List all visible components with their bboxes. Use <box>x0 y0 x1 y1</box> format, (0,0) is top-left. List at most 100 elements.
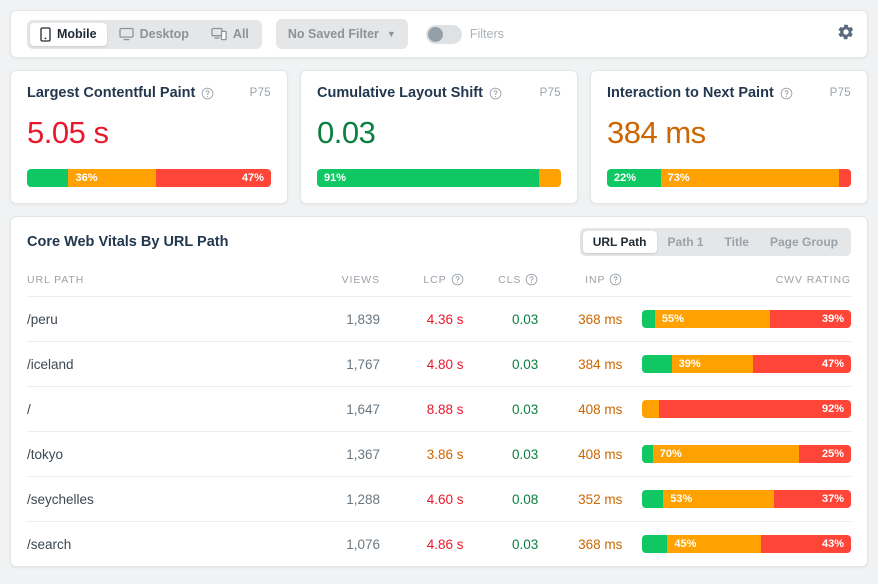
row-distribution-bar-needs-improvement-label: 53% <box>670 493 693 505</box>
column-header-rating[interactable]: CWV RATING <box>622 267 851 297</box>
metric-distribution-bar-poor-label: 47% <box>241 172 264 184</box>
cell-views: 1,076 <box>346 536 380 552</box>
metric-card-header: Interaction to Next Paint P75 <box>607 85 851 101</box>
metric-distribution-bar-needs-improvement-label: 73% <box>667 172 690 184</box>
row-distribution-bar-good <box>642 445 653 463</box>
column-header-wrap: CLS <box>498 273 538 286</box>
tab-path-1[interactable]: Path 1 <box>658 231 714 253</box>
cell-inp: 368 ms <box>578 311 623 327</box>
row-distribution-bar-good <box>642 490 664 508</box>
cell-cls: 0.03 <box>512 446 539 462</box>
table-row[interactable]: /tokyo 1,367 3.86 s 0.03 408 ms 70% 25% <box>27 431 851 477</box>
cell-cls: 0.03 <box>512 311 539 327</box>
metric-card-title-text: Interaction to Next Paint <box>607 85 774 101</box>
column-header-label: LCP <box>423 273 447 286</box>
question-mark-icon[interactable] <box>201 87 214 100</box>
dashboard-page: Mobile Desktop All No Saved Filter ▼ Filte… <box>0 0 878 567</box>
all-devices-icon <box>211 27 227 41</box>
column-header-label: URL PATH <box>27 273 85 286</box>
row-distribution-bar-needs-improvement <box>642 400 660 418</box>
cell-url: /iceland <box>27 356 74 372</box>
row-distribution-bar-good <box>642 355 672 373</box>
cell-inp: 408 ms <box>578 446 623 462</box>
cell-inp: 368 ms <box>578 536 623 552</box>
table-row[interactable]: /seychelles 1,288 4.60 s 0.08 352 ms 53% 37% <box>27 476 851 522</box>
metric-distribution-bar: 22% 73% <box>607 169 851 187</box>
column-header-wrap: URL PATH <box>27 274 84 286</box>
row-distribution-bar-needs-improvement: 55% <box>654 310 770 328</box>
metric-card-title-text: Cumulative Layout Shift <box>317 85 483 101</box>
table-row[interactable]: /iceland 1,767 4.80 s 0.03 384 ms 39% 47% <box>27 341 851 387</box>
cell-cls: 0.03 <box>512 356 539 372</box>
metric-distribution-bar-good-label: 22% <box>614 172 637 184</box>
cell-inp: 384 ms <box>578 356 623 372</box>
device-option-label: Mobile <box>57 27 97 41</box>
cell-inp: 352 ms <box>578 491 623 507</box>
metric-distribution-bar-good <box>27 169 69 187</box>
table-row[interactable]: / 1,647 8.88 s 0.03 408 ms 92% <box>27 386 851 432</box>
metric-card-header: Cumulative Layout Shift P75 <box>317 85 561 101</box>
device-option-all[interactable]: All <box>201 23 259 45</box>
metric-distribution-bar-good: 91% <box>317 169 540 187</box>
metric-card-interaction-to-next-paint: Interaction to Next Paint P75 384 ms 22% 73% <box>590 70 868 204</box>
table-row[interactable]: /search 1,076 4.86 s 0.03 368 ms 45% 43% <box>27 521 851 567</box>
table-row[interactable]: /peru 1,839 4.36 s 0.03 368 ms 55% 39% <box>27 296 851 342</box>
cwv-table: URL PATH VIEWS LCP CLS INP CWV RATING /peru 1,… <box>27 267 851 566</box>
cell-cls: 0.08 <box>512 491 539 507</box>
question-mark-icon[interactable] <box>609 273 622 286</box>
question-mark-icon[interactable] <box>525 273 538 286</box>
tab-url-path[interactable]: URL Path <box>582 231 657 253</box>
column-header-wrap: LCP <box>423 273 463 286</box>
question-mark-icon[interactable] <box>780 87 793 100</box>
column-header-views[interactable]: VIEWS <box>297 267 380 297</box>
column-header-cls[interactable]: CLS <box>464 267 539 297</box>
cell-cls: 0.03 <box>512 401 539 417</box>
column-header-lcp[interactable]: LCP <box>380 267 464 297</box>
cell-rating: 39% 47% <box>622 342 851 387</box>
row-distribution-bar-poor: 37% <box>773 490 851 508</box>
cell-views: 1,839 <box>346 311 380 327</box>
row-distribution-bar: 55% 39% <box>642 310 851 328</box>
cell-url: /tokyo <box>27 446 64 462</box>
question-mark-icon[interactable] <box>489 87 502 100</box>
column-header-url[interactable]: URL PATH <box>27 267 297 297</box>
row-distribution-bar-poor-label: 37% <box>821 493 844 505</box>
toolbar: Mobile Desktop All No Saved Filter ▼ Filte… <box>10 10 868 58</box>
row-distribution-bar-poor: 39% <box>769 310 851 328</box>
metric-distribution-bar-good: 22% <box>607 169 661 187</box>
tab-title[interactable]: Title <box>715 231 759 253</box>
row-distribution-bar: 92% <box>642 400 851 418</box>
device-filter-group: Mobile Desktop All <box>27 19 262 49</box>
grouping-tabs: URL Path Path 1 Title Page Group <box>579 228 851 256</box>
panel-title: Core Web Vitals By URL Path <box>27 234 229 250</box>
column-header-inp[interactable]: INP <box>538 267 622 297</box>
metric-distribution-bar-needs-improvement-label: 36% <box>75 172 98 184</box>
toggle-knob <box>427 26 443 42</box>
metric-card-header: Largest Contentful Paint P75 <box>27 85 271 101</box>
metric-distribution-bar-needs-improvement: 73% <box>660 169 839 187</box>
device-option-desktop[interactable]: Desktop <box>109 23 199 45</box>
saved-filter-dropdown[interactable]: No Saved Filter ▼ <box>275 19 408 49</box>
row-distribution-bar-poor-label: 43% <box>821 538 844 550</box>
row-distribution-bar-needs-improvement: 39% <box>671 355 753 373</box>
settings-button[interactable] <box>837 23 855 46</box>
filters-toggle[interactable] <box>425 24 462 44</box>
metric-distribution-bar-needs-improvement <box>539 169 561 187</box>
cell-lcp: 8.88 s <box>426 401 464 417</box>
metric-cards: Largest Contentful Paint P75 5.05 s 36% 47% C… <box>10 70 868 204</box>
question-mark-icon[interactable] <box>451 273 464 286</box>
row-distribution-bar: 39% 47% <box>642 355 851 373</box>
cell-url: / <box>27 401 31 417</box>
device-option-mobile[interactable]: Mobile <box>30 22 107 46</box>
cell-views: 1,767 <box>346 356 380 372</box>
cell-url: /search <box>27 536 72 552</box>
row-distribution-bar-needs-improvement: 70% <box>652 445 799 463</box>
metric-distribution-bar-needs-improvement: 36% <box>68 169 157 187</box>
device-option-label: All <box>232 27 249 41</box>
cell-rating: 53% 37% <box>622 477 851 522</box>
tab-page-group[interactable]: Page Group <box>760 231 848 253</box>
metric-card-percentile: P75 <box>829 87 851 99</box>
row-distribution-bar: 45% 43% <box>642 535 851 553</box>
metric-card-title: Cumulative Layout Shift <box>317 85 502 101</box>
metric-card-title: Interaction to Next Paint <box>607 85 793 101</box>
